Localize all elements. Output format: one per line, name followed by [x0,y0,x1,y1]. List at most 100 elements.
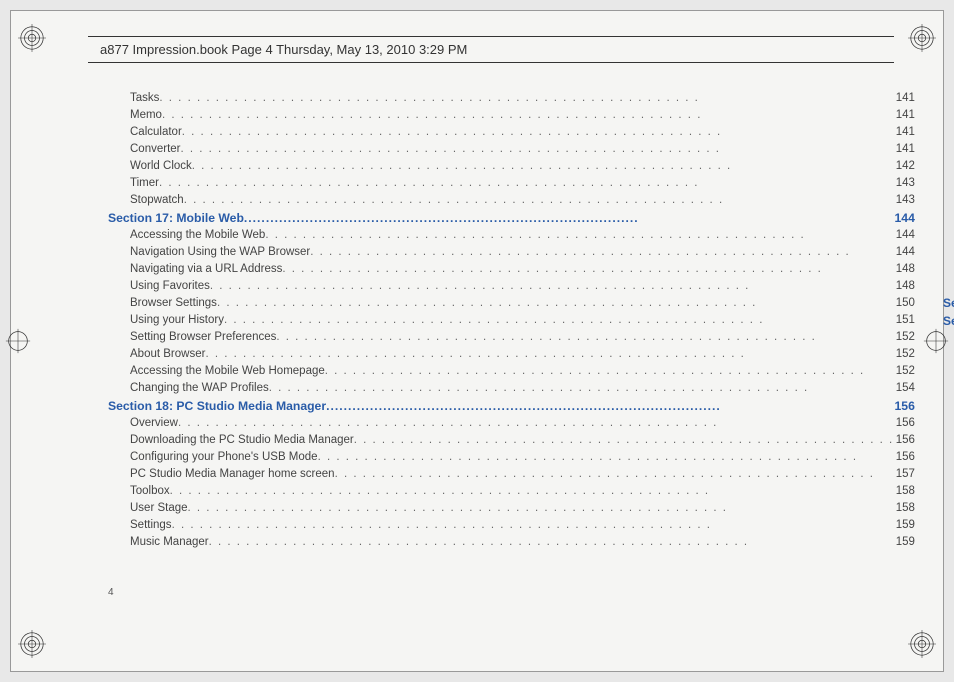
toc-leader-dots [282,261,893,278]
toc-entry-page: 148 [894,261,915,278]
toc-section: Section 19: Accessibility 191 [943,294,954,312]
toc-leader-dots [325,363,894,380]
toc-leader-dots [170,483,894,500]
toc-entry: Music Player 180 [943,175,954,192]
toc-entry-label: Music Manager [130,534,209,551]
toc-entry-page: 141 [894,124,915,141]
toc-leader-dots [172,517,894,534]
toc-entry: Disk Ripping 188 [943,260,954,277]
toc-entry: User Stage 158 [108,500,915,517]
toc-entry: Navigating via a URL Address 148 [108,261,915,278]
toc-entry: Video Converter 186 [943,243,954,260]
toc-entry-page: 158 [894,500,915,517]
toc-leader-dots [159,90,893,107]
toc-leader-dots [217,295,894,312]
toc-entry: Potentially Explosive Environments 206 [943,534,954,551]
toc-leader-dots [184,192,894,209]
toc-entry: Calculator 141 [108,124,915,141]
toc-entry-label: Changing the WAP Profiles [130,380,269,397]
toc-leader-dots [192,158,894,175]
toc-entry-label: Navigating via a URL Address [130,261,282,278]
toc-entry: Settings 159 [108,517,915,534]
toc-leader-dots [265,227,893,244]
toc-leader-dots [276,329,893,346]
toc-section-label: Section 19: Accessibility [943,294,954,312]
header-rule-bottom [88,62,894,63]
toc-entry: Disk Burning 189 [943,277,954,294]
toc-entry-label: Timer [130,175,159,192]
toc-leader-dots [159,175,894,192]
toc-leader-dots [244,209,893,227]
toc-leader-dots [354,432,894,449]
toc-entry: About Browser 152 [108,346,915,363]
toc-entry-page: 141 [894,107,915,124]
toc-entry: Slide Maker 176 [943,141,954,158]
toc-entry-label: PC Studio Media Manager home screen [130,466,335,483]
toc-entry: Changing the WAP Profiles 154 [108,380,915,397]
toc-entry-page: 158 [894,483,915,500]
toc-entry: Setting Browser Preferences 152 [108,329,915,346]
registration-mark-icon [18,630,46,658]
toc-section: Section 20: Health and Safety Informatio… [943,312,954,330]
toc-entry: Music Manager 159 [108,534,915,551]
registration-mark-icon [18,24,46,52]
toc-leader-dots [224,312,894,329]
toc-entry-page: 142 [894,158,915,175]
toc-section-page: 156 [893,397,915,415]
toc-entry-label: Setting Browser Preferences [130,329,276,346]
toc-entry: Your Handset 193 [943,364,954,381]
toc-entry: Photo Editor 166 [943,107,954,124]
toc-entry: FCC Hearing-Aid Compatibility (HAC) Regu… [943,500,954,517]
toc-entry-label: Overview [130,415,178,432]
toc-entry-label: User Stage [130,500,188,517]
toc-entry-label: Stopwatch [130,192,184,209]
toc-entry: Consumer Information on Wireless Phones … [943,415,954,432]
toc-entry-page: 151 [894,312,915,329]
toc-entry: Downloading the PC Studio Media Manager … [108,432,915,449]
toc-entry: Health and Safety Information 192 [943,330,954,347]
toc-section: Section 17: Mobile Web 144 [108,209,915,227]
toc-entry: Please Note the Following Information Wh… [943,347,954,364]
toc-entry: Navigation Using the WAP Browser 144 [108,244,915,261]
toc-entry-page: 159 [894,517,915,534]
toc-leader-dots [209,534,894,551]
toc-entry: Road Safety 200 [943,432,954,449]
toc-section-label: Section 17: Mobile Web [108,209,244,227]
toc-entry-page: 152 [894,329,915,346]
toc-leader-dots [269,380,894,397]
toc-entry: Responsible Listening 201 [943,449,954,466]
toc-entry-label: Using your History [130,312,224,329]
toc-section-page: 144 [893,209,915,227]
toc-entry-page: 150 [894,295,915,312]
toc-entry-page: 157 [894,466,915,483]
header-rule-top [88,36,894,37]
toc-entry: Accessing the Mobile Web 144 [108,227,915,244]
toc-entry-label: About Browser [130,346,205,363]
toc-leader-dots [335,466,894,483]
toc-entry: Music Playlist 181 [943,192,954,209]
toc-entry: Timer 143 [108,175,915,192]
toc-leader-dots [205,346,893,363]
toc-entry-page: 156 [894,449,915,466]
toc-entry: Memo 141 [108,107,915,124]
toc-entry-page: 156 [894,432,915,449]
toc-entry: Wireless Devices 204 [943,517,954,534]
toc-column-left: Tasks 141Memo 141Calculator 141Converter… [108,90,915,551]
toc-section: Section 18: PC Studio Media Manager 156 [108,397,915,415]
toc-entry-page: 156 [894,415,915,432]
toc-entry: Video Editor 177 [943,158,954,175]
toc-entry-label: World Clock [130,158,192,175]
toc-leader-dots [318,449,894,466]
toc-entry-page: 152 [894,346,915,363]
toc-entry-page: 141 [894,90,915,107]
toc-entry-label: Accessing the Mobile Web [130,227,265,244]
toc-entry-label: Navigation Using the WAP Browser [130,244,310,261]
toc-entry: Tasks 141 [108,90,915,107]
toc-column-right: Photo Manager 164Photo Editor 166Video M… [943,90,954,551]
toc-entry-label: Toolbox [130,483,170,500]
toc-entry-label: Settings [130,517,172,534]
toc-entry: Using Favorites 148 [108,278,915,295]
toc-entry: Stopwatch 143 [108,192,915,209]
toc-content: Tasks 141Memo 141Calculator 141Converter… [108,90,884,551]
toc-entry: Photo Manager 164 [943,90,954,107]
